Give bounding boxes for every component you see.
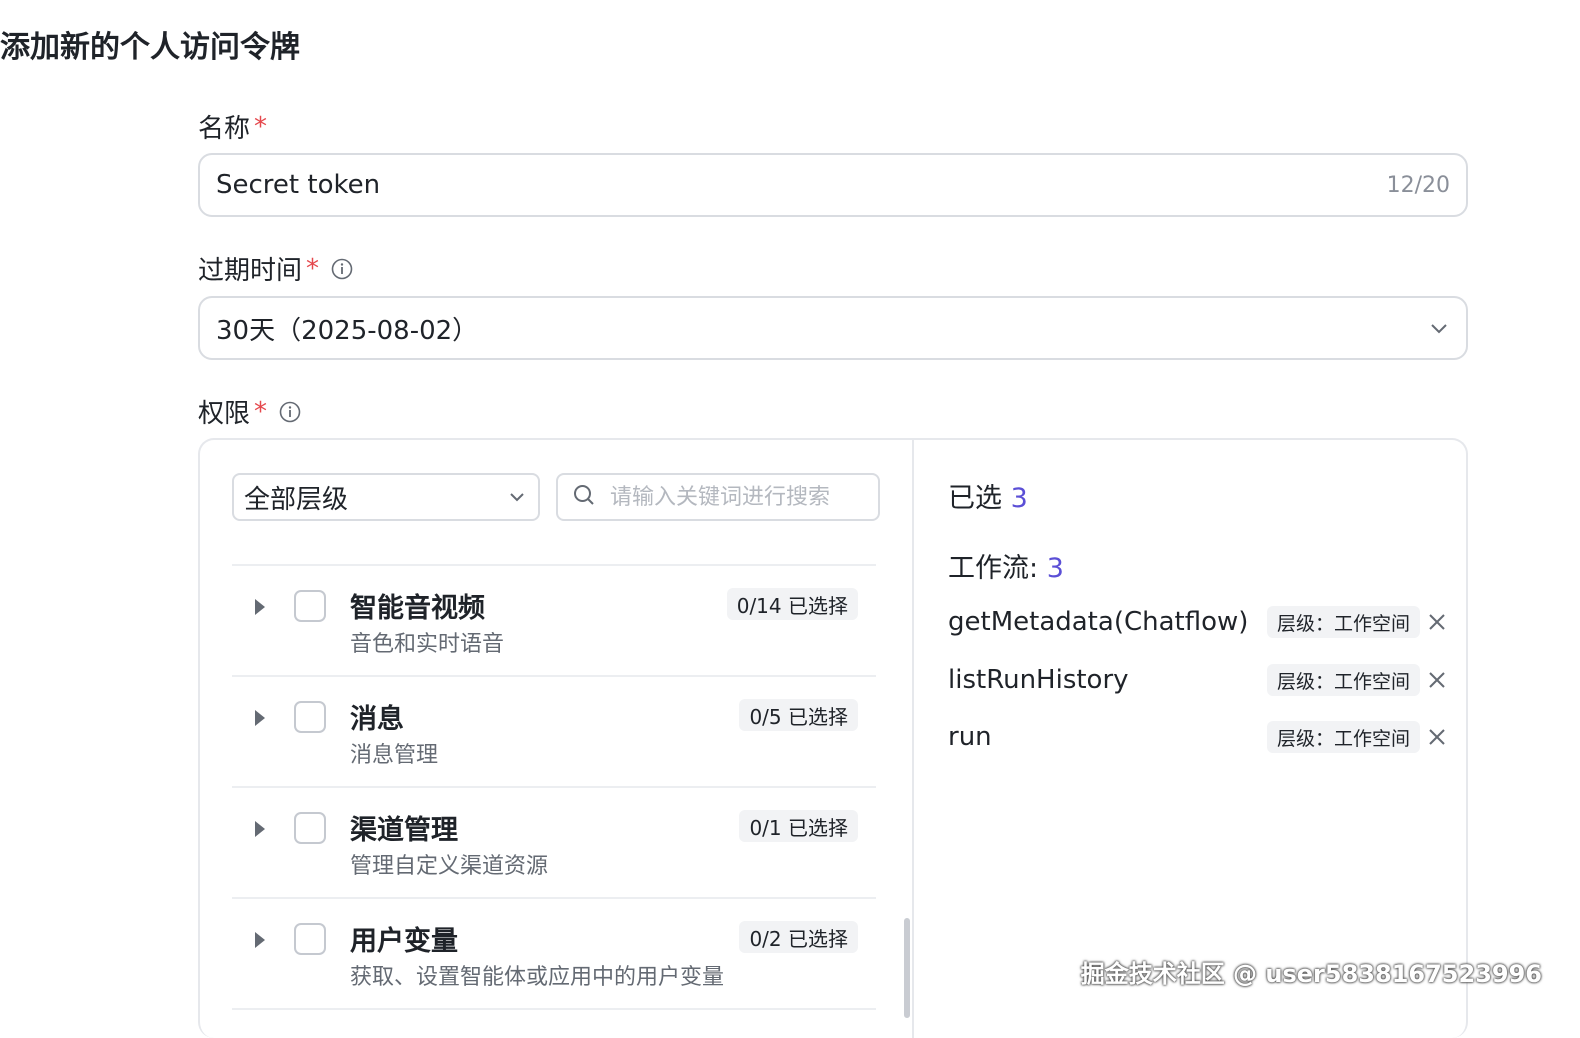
list-item[interactable]: 消息 消息管理 0/5 已选择 [232,677,876,788]
search-input[interactable] [610,484,860,510]
group-label: 工作流: [948,553,1039,584]
selected-label: 已选 [948,483,1002,514]
selected-item-name: listRunHistory [948,665,1129,695]
info-icon[interactable] [331,258,353,280]
search-box[interactable] [556,473,880,521]
chevron-down-icon [506,486,528,508]
item-desc: 获取、设置智能体或应用中的用户变量 [350,965,725,990]
item-desc: 消息管理 [350,743,439,768]
caret-right-icon[interactable] [252,818,268,840]
page-title: 添加新的个人访问令牌 [0,30,300,65]
expiry-select[interactable]: 30天（2025-08-02） [198,296,1468,360]
close-icon[interactable] [1426,611,1448,633]
required-mark: * [254,111,268,142]
selected-header: 已选 3 [948,476,1028,515]
selected-count: 3 [1010,483,1028,514]
name-label: 名称 * [198,108,267,145]
chevron-down-icon [1428,317,1450,339]
info-icon[interactable] [279,401,301,423]
expiry-label-text: 过期时间 [198,256,303,286]
level-tag: 层级：工作空间 [1266,664,1420,696]
search-icon [572,483,596,511]
expiry-label: 过期时间 * [198,250,353,287]
expiry-select-value: 30天（2025-08-02） [216,315,479,346]
selected-count-badge: 0/14 已选择 [726,588,858,620]
required-mark: * [306,253,320,284]
list-item[interactable]: 渠道管理 管理自定义渠道资源 0/1 已选择 [232,788,876,899]
selected-count-badge: 0/1 已选择 [739,810,858,842]
group-header: 工作流: 3 [948,546,1064,585]
checkbox[interactable] [294,590,326,622]
list-item[interactable]: 智能音视频 音色和实时语音 0/14 已选择 [232,566,876,677]
selected-count-badge: 0/2 已选择 [739,921,858,953]
permissions-label: 权限 * [198,393,301,430]
watermark: 掘金技术社区 @ user5838167523996 [1080,960,1542,988]
name-char-count: 12/20 [1386,172,1450,198]
list-item[interactable]: 用户变量 获取、设置智能体或应用中的用户变量 0/2 已选择 [232,899,876,1010]
name-input-value[interactable]: Secret token [216,170,1387,200]
selected-item-name: run [948,722,992,752]
checkbox[interactable] [294,701,326,733]
level-tag: 层级：工作空间 [1266,606,1420,638]
selected-item: run 层级：工作空间 [948,717,1448,757]
level-select[interactable]: 全部层级 [232,473,540,521]
item-title: 渠道管理 [350,815,458,846]
item-title: 智能音视频 [350,593,485,624]
close-icon[interactable] [1426,726,1448,748]
level-select-value: 全部层级 [244,484,349,515]
group-count: 3 [1046,553,1064,584]
level-tag: 层级：工作空间 [1266,721,1420,753]
selected-pane: 已选 3 工作流: 3 getMetadata(Chatflow) 层级：工作空… [916,440,1468,1038]
selected-count-badge: 0/5 已选择 [739,699,858,731]
permissions-label-text: 权限 [198,399,251,429]
selected-item: listRunHistory 层级：工作空间 [948,660,1448,700]
caret-right-icon[interactable] [252,707,268,729]
required-mark: * [254,396,268,427]
caret-right-icon[interactable] [252,596,268,618]
scrollbar[interactable] [904,918,910,1018]
permission-list: 智能音视频 音色和实时语音 0/14 已选择 消息 消息管理 0/5 已选择 渠… [232,564,876,1010]
selected-item: getMetadata(Chatflow) 层级：工作空间 [948,602,1448,642]
checkbox[interactable] [294,923,326,955]
name-label-text: 名称 [198,114,251,144]
close-icon[interactable] [1426,669,1448,691]
permissions-list-pane: 全部层级 智能音视频 音色和实时语音 0/14 已选择 消息 [200,440,914,1038]
permissions-panel: 全部层级 智能音视频 音色和实时语音 0/14 已选择 消息 [198,438,1468,1038]
caret-right-icon[interactable] [252,929,268,951]
checkbox[interactable] [294,812,326,844]
item-desc: 音色和实时语音 [350,632,505,657]
item-desc: 管理自定义渠道资源 [350,854,549,879]
name-input[interactable]: Secret token 12/20 [198,153,1468,217]
item-title: 消息 [350,704,404,735]
selected-item-name: getMetadata(Chatflow) [948,607,1249,637]
item-title: 用户变量 [350,926,458,957]
